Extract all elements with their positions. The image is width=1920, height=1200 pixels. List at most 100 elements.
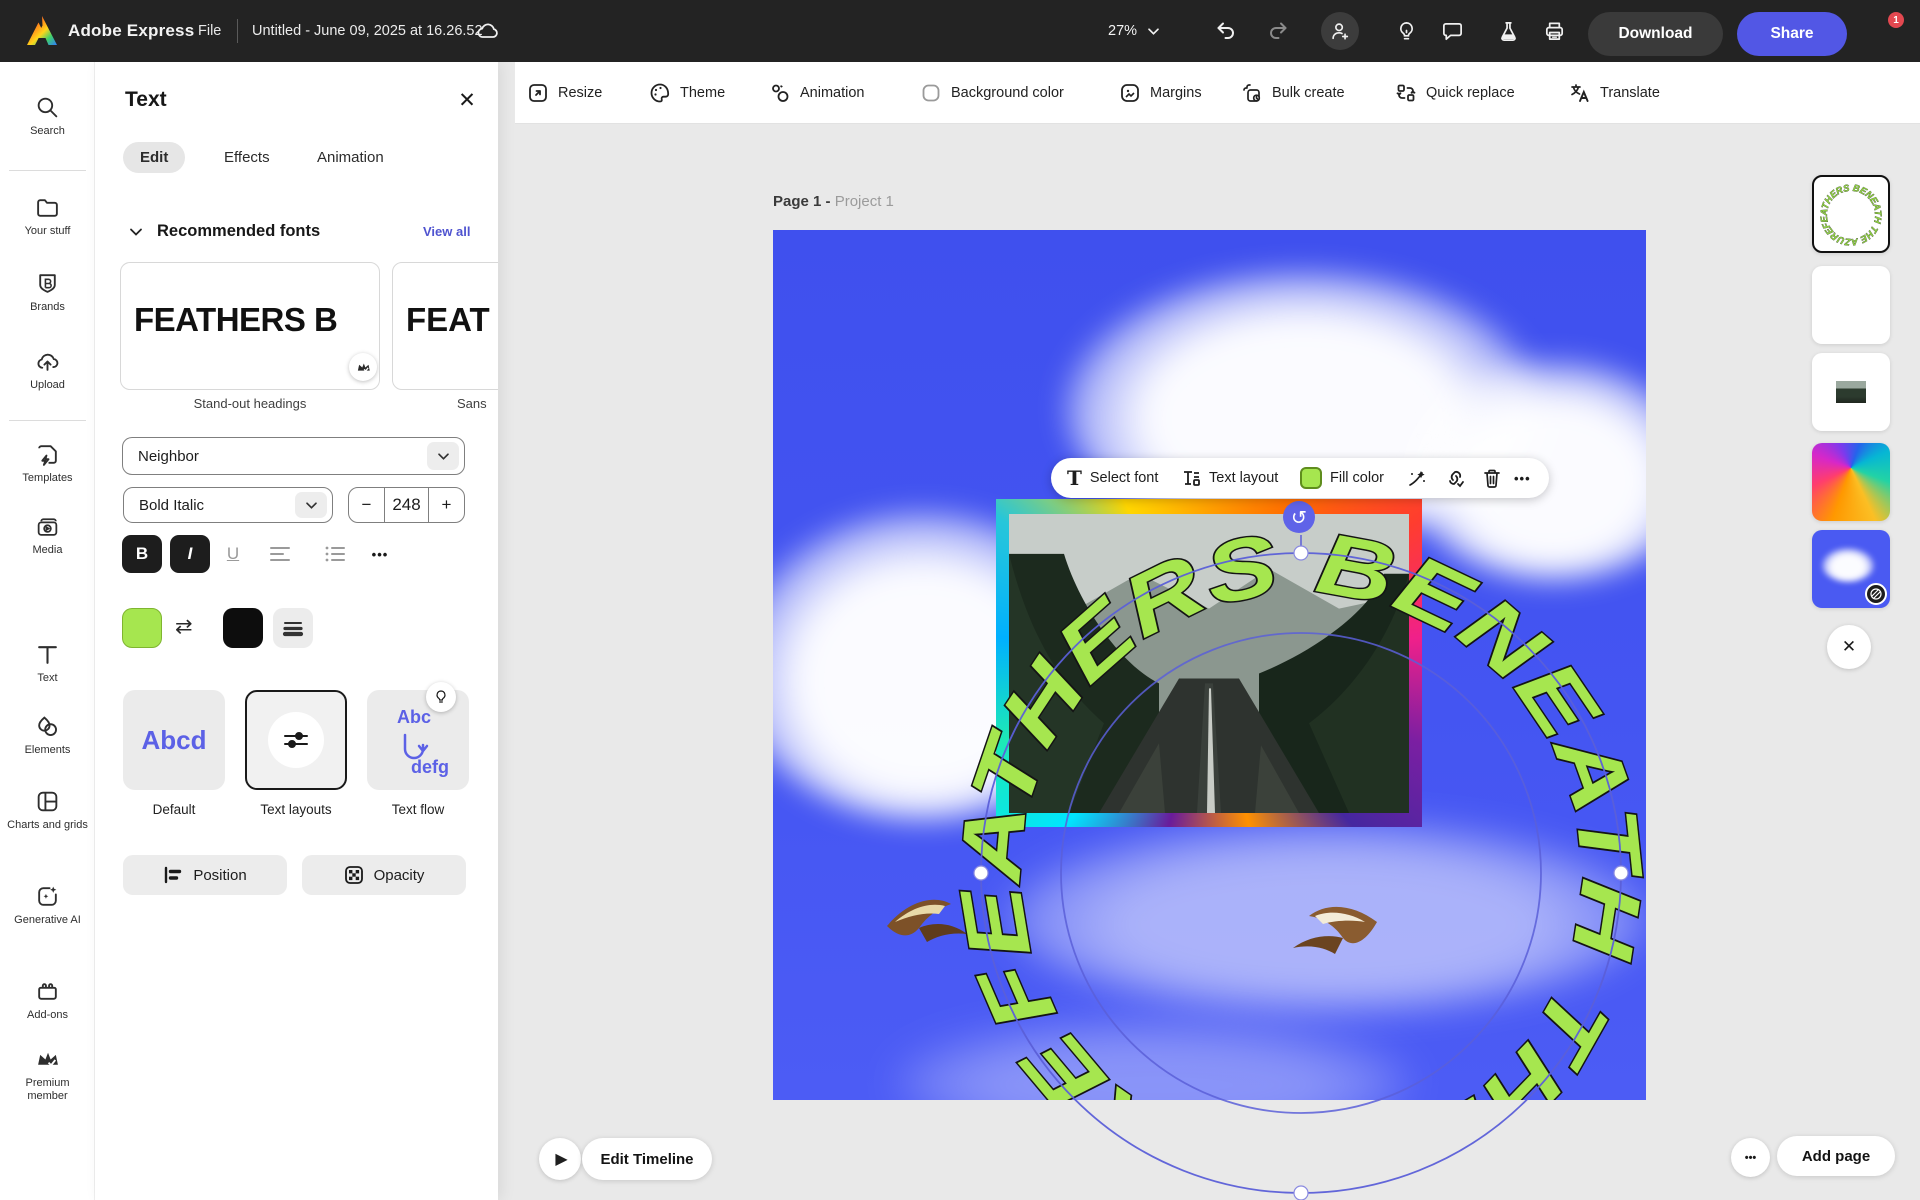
layer-thumb-blank[interactable] bbox=[1812, 266, 1890, 344]
templates-icon bbox=[38, 445, 57, 466]
print-button[interactable] bbox=[1540, 17, 1568, 45]
list-button[interactable] bbox=[315, 535, 355, 573]
layer-thumb-circle-text[interactable]: FEATHERS BENEATH THE AZURE bbox=[1812, 175, 1890, 253]
view-all-link[interactable]: View all bbox=[423, 224, 470, 239]
elements-icon bbox=[38, 716, 57, 736]
page-more-button[interactable]: ••• bbox=[1731, 1138, 1770, 1177]
tab-edit[interactable]: Edit bbox=[123, 142, 186, 173]
chevron-down-icon bbox=[295, 492, 327, 518]
palette-icon bbox=[650, 83, 670, 103]
tab-effects[interactable]: Effects bbox=[207, 142, 287, 173]
margins-label: Margins bbox=[1150, 85, 1202, 101]
sidebar-item-text[interactable]: Text bbox=[0, 642, 95, 685]
layer-thumb-sky[interactable] bbox=[1812, 530, 1890, 608]
add-page-button[interactable]: Add page bbox=[1777, 1136, 1895, 1176]
add-user-icon bbox=[1332, 23, 1349, 40]
text-flow-preview: Abc defg bbox=[397, 707, 449, 777]
chevron-down-icon[interactable] bbox=[129, 227, 143, 237]
size-increase-button[interactable]: + bbox=[429, 488, 464, 522]
sidebar-divider bbox=[9, 170, 86, 171]
position-button[interactable]: Position bbox=[123, 855, 287, 895]
text-layout-button[interactable]: Text layout bbox=[1181, 458, 1278, 498]
select-font-button[interactable]: T Select font bbox=[1067, 458, 1158, 498]
enhance-button[interactable] bbox=[1406, 458, 1428, 498]
download-button[interactable]: Download bbox=[1588, 12, 1723, 56]
undo-button[interactable] bbox=[1212, 17, 1240, 45]
redo-button[interactable] bbox=[1264, 17, 1292, 45]
cloud-sync-icon[interactable] bbox=[474, 17, 502, 45]
sidebar-item-elements[interactable]: Elements bbox=[0, 714, 95, 757]
layout-label-text-layouts: Text layouts bbox=[260, 802, 332, 817]
opacity-button[interactable]: Opacity bbox=[302, 855, 466, 895]
font-card-standout[interactable]: FEATHERS B bbox=[120, 262, 380, 390]
pattern-icon bbox=[1870, 588, 1882, 600]
italic-button[interactable]: I bbox=[170, 535, 210, 573]
layer-thumb-rainbow[interactable] bbox=[1812, 443, 1890, 521]
font-family-select[interactable]: Neighbor bbox=[122, 437, 465, 475]
layer-thumb-road[interactable] bbox=[1812, 353, 1890, 431]
recommended-fonts-title: Recommended fonts bbox=[157, 222, 321, 240]
tab-animation[interactable]: Animation bbox=[300, 142, 401, 173]
sidebar-item-add-ons[interactable]: Add-ons bbox=[0, 979, 95, 1022]
quick-replace-button[interactable]: Quick replace bbox=[1395, 62, 1515, 124]
sidebar-item-charts[interactable]: Charts and grids bbox=[0, 789, 95, 832]
sliders-icon bbox=[284, 732, 308, 748]
layout-card-text-layouts[interactable] bbox=[245, 690, 347, 790]
design-canvas[interactable]: FEATHERS BENEATH THE AZURE bbox=[773, 230, 1646, 1100]
file-menu[interactable]: File bbox=[198, 0, 221, 62]
sidebar-item-search[interactable]: Search bbox=[0, 95, 95, 138]
font-style-select[interactable]: Bold Italic bbox=[123, 487, 333, 523]
more-options-button[interactable]: ••• bbox=[1514, 458, 1531, 498]
panel-close-button[interactable]: ✕ bbox=[453, 86, 481, 114]
sidebar-item-media[interactable]: Media bbox=[0, 514, 95, 557]
sidebar-item-upload[interactable]: Upload bbox=[0, 349, 95, 392]
theme-button[interactable]: Theme bbox=[649, 62, 725, 124]
resize-button[interactable]: Resize bbox=[527, 62, 602, 124]
lightbulb-badge bbox=[426, 682, 456, 712]
sidebar-item-your-stuff[interactable]: Your stuff bbox=[0, 195, 95, 238]
fill-color-label: Fill color bbox=[1330, 470, 1384, 486]
zoom-control[interactable]: 27% bbox=[1108, 0, 1160, 62]
translate-icon bbox=[1571, 84, 1589, 102]
bulk-create-button[interactable]: Bulk create bbox=[1241, 62, 1345, 124]
stroke-color-swatch[interactable] bbox=[223, 608, 263, 648]
sidebar-item-brands[interactable]: Brands bbox=[0, 271, 95, 314]
selection-handle-bottom[interactable] bbox=[1293, 1185, 1309, 1200]
size-decrease-button[interactable]: − bbox=[349, 488, 384, 522]
animation-button[interactable]: Animation bbox=[769, 62, 864, 124]
bulk-create-label: Bulk create bbox=[1272, 85, 1345, 101]
sidebar-item-premium[interactable]: Premium member bbox=[0, 1047, 95, 1103]
invite-collaborators-button[interactable] bbox=[1321, 12, 1359, 50]
beta-features-button[interactable] bbox=[1494, 17, 1522, 45]
stroke-style-button[interactable] bbox=[273, 608, 313, 648]
comments-button[interactable] bbox=[1438, 17, 1466, 45]
document-title[interactable]: Untitled - June 09, 2025 at 16.26.52 bbox=[252, 0, 483, 62]
background-badge bbox=[1865, 583, 1887, 605]
delete-button[interactable] bbox=[1481, 458, 1503, 498]
edit-timeline-button[interactable]: Edit Timeline bbox=[582, 1138, 712, 1180]
underline-button[interactable]: U bbox=[213, 535, 253, 573]
share-button[interactable]: Share bbox=[1737, 12, 1847, 56]
margins-button[interactable]: Margins bbox=[1119, 62, 1202, 124]
font-size-value[interactable]: 248 bbox=[384, 488, 429, 522]
swap-colors-button[interactable]: ⇄ bbox=[175, 614, 193, 639]
font-card-sans[interactable]: FEAT bbox=[392, 262, 498, 390]
magic-wand-icon bbox=[1409, 471, 1425, 486]
more-format-button[interactable]: ••• bbox=[360, 535, 400, 573]
play-button[interactable]: ▶ bbox=[539, 1138, 581, 1180]
fill-color-button[interactable]: Fill color bbox=[1300, 458, 1384, 498]
layout-card-default[interactable]: Abcd bbox=[123, 690, 225, 790]
ideas-button[interactable] bbox=[1392, 17, 1420, 45]
background-color-button[interactable]: Background color bbox=[920, 62, 1064, 124]
font-card-caption: Stand-out headings bbox=[193, 396, 307, 411]
align-button[interactable] bbox=[260, 535, 300, 573]
fill-color-swatch[interactable] bbox=[122, 608, 162, 648]
sidebar-item-templates[interactable]: Templates bbox=[0, 442, 95, 485]
circle-text[interactable]: FEATHERS BENEATH THE AZURE bbox=[773, 230, 1646, 1100]
sidebar-item-generative-ai[interactable]: Generative AI bbox=[0, 884, 95, 927]
crown-icon bbox=[357, 362, 370, 372]
translate-button[interactable]: Translate bbox=[1569, 62, 1660, 124]
close-selection-button[interactable]: ✕ bbox=[1827, 625, 1871, 669]
link-button[interactable] bbox=[1444, 458, 1466, 498]
bold-button[interactable]: B bbox=[122, 535, 162, 573]
